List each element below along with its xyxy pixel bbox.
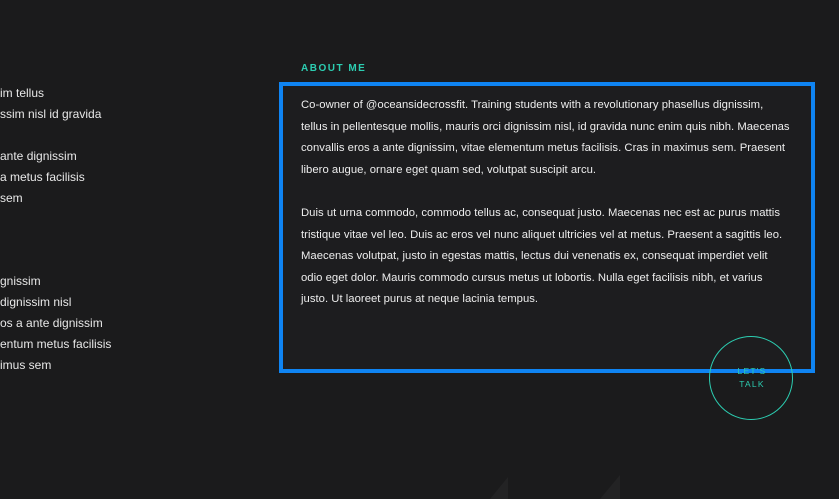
decorative-shape [600, 475, 620, 499]
left-text-line: dignissim nisl [0, 295, 72, 309]
about-me-text: Co-owner of @oceansidecrossfit. Training… [301, 95, 791, 311]
lets-talk-label-line2: TALK [739, 379, 765, 389]
lets-talk-button[interactable] [709, 336, 793, 420]
left-column: im tellus ssim nisl id gravida ante dign… [0, 0, 270, 499]
decorative-shape [490, 477, 508, 499]
left-text-line: im tellus [0, 86, 45, 100]
left-text-line: gnissim [0, 274, 41, 288]
left-text-line: a metus facilisis [0, 170, 85, 184]
about-paragraph: Co-owner of @oceansidecrossfit. Training… [301, 99, 790, 176]
left-text-line: os a ante dignissim [0, 316, 103, 330]
left-text-line: imus sem [0, 358, 52, 372]
left-text-line: sem [0, 191, 23, 205]
lets-talk-label-line1: LET'S [737, 366, 767, 376]
left-text-line: entum metus facilisis [0, 337, 112, 351]
about-paragraph: Duis ut urna commodo, commodo tellus ac,… [301, 206, 783, 306]
about-me-heading: ABOUT ME [301, 63, 367, 74]
left-text-line: ssim nisl id gravida [0, 107, 102, 121]
left-text-line: ante dignissim [0, 149, 77, 163]
